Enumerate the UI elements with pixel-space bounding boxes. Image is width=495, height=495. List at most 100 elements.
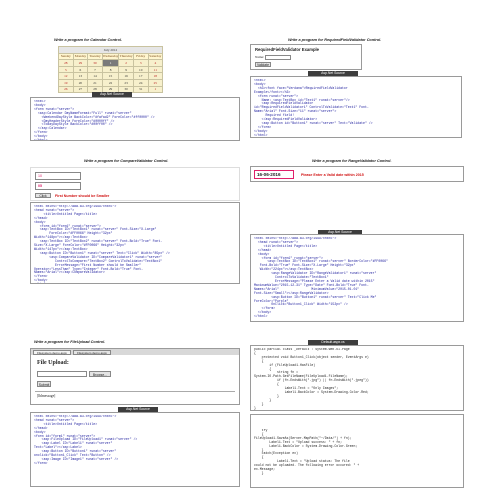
code-frame: <html xmlns="http://www.w3.org/1999/xhtm… (250, 234, 464, 322)
calendar-day[interactable]: 26 (58, 85, 74, 94)
browser-tab[interactable]: Filesystem.demo.aspx (73, 349, 111, 355)
code-frame: <html> <body> <h3><font face="Verdana">Re… (250, 76, 462, 138)
calendar-day-header: Saturday (147, 52, 164, 61)
calendar-day[interactable]: 14 (87, 72, 103, 80)
calendar-day-header: Sunday (58, 52, 74, 61)
calendar-day[interactable]: 8 (101, 65, 120, 74)
click-button[interactable]: Click (35, 193, 51, 198)
panel-compare-validator: Write a program for CompareValidator Con… (30, 156, 240, 284)
code-line: </html> (254, 314, 268, 319)
calendar-day[interactable]: 7 (87, 65, 103, 74)
code-block: <html xmlns="http://www.w3.org/1999/xhtm… (34, 415, 137, 466)
calendar-day-header: Wednesday (101, 52, 120, 61)
preview-frame: RequiredFieldValidator Example Name: Val… (250, 44, 362, 70)
calendar-day[interactable]: 1 (147, 85, 164, 94)
date-input[interactable]: 16-06-2016 (254, 170, 294, 179)
calendar-day[interactable]: 18 (147, 72, 164, 80)
preview-frame: 10 05 Click First Number should be Small… (30, 167, 240, 201)
calendar-day[interactable]: 25 (147, 78, 164, 87)
code-block: <html> <body> <h3><font face="Verdana">Re… (254, 79, 373, 137)
calendar-day[interactable]: 16 (118, 72, 134, 80)
code-block: <html> <body> <form runat="server"> <asp:C… (34, 100, 155, 141)
range-error: Please Enter a Valid date within 2015 (301, 173, 364, 177)
code-line: } (254, 405, 256, 410)
calendar-week-row: 5 6 7 8 9 10 11 (58, 65, 164, 74)
calendar-day[interactable]: 13 (72, 72, 89, 80)
compare-error: First Number should be Smaller (55, 194, 110, 198)
calendar-day-header: Monday (72, 52, 89, 61)
file-upload-heading: File Upload: (37, 360, 69, 366)
calendar-day[interactable]: 6 (72, 65, 89, 74)
panel-caption: Write a program for FileUpload Control. (34, 340, 106, 344)
panel-caption: Write a program for CompareValidator Con… (84, 159, 169, 163)
code-frame: public partial class _Default : System.W… (250, 345, 464, 411)
browser-tab-bar: Filesystem.demo.aspx Filesystem.demo.asp… (31, 349, 239, 355)
panel-caption: Write a program for RequiredFieldValidat… (288, 38, 382, 42)
calendar-day-header: Thursday (118, 52, 134, 61)
calendar-day[interactable]: 3 (132, 59, 149, 67)
preview-frame: Filesystem.demo.aspx Filesystem.demo.asp… (30, 348, 240, 405)
calendar-day[interactable]: 4 (147, 59, 164, 67)
example-heading: RequiredFieldValidator Example (255, 47, 319, 52)
panel-calendar: Write a program for Calendar Control. Ju… (30, 30, 240, 142)
code-frame: try {FileUpload1.SaveAs(Server.MapPath("… (250, 414, 464, 488)
calendar-day[interactable]: 2 (118, 59, 134, 67)
code-line: </html> (254, 132, 268, 137)
calendar-day-header: Tuesday (87, 52, 103, 61)
calendar-day[interactable]: 27 (72, 85, 89, 94)
code-line: <asp:Button id="Button1" runat="server" … (254, 120, 373, 125)
code-block: <html xmlns="http://www.w3.org/1999/xhtm… (34, 205, 170, 283)
calendar-day[interactable]: 5 (58, 65, 74, 74)
calendar-day[interactable]: 29 (72, 59, 89, 67)
code-block: public partial class _Default : System.W… (254, 348, 369, 410)
code-line: </form> (34, 460, 48, 465)
calendar-day[interactable]: 20 (72, 78, 89, 87)
calendar-day[interactable]: 12 (58, 72, 74, 80)
first-number-input[interactable]: 10 (35, 172, 81, 180)
calendar-day[interactable]: 30 (87, 59, 103, 67)
panel-required-validator: Write a program for RequiredFieldValidat… (248, 30, 470, 142)
calendar-day[interactable]: 15 (101, 72, 120, 80)
name-label: Name: (255, 55, 265, 59)
calendar-day[interactable]: 24 (132, 78, 149, 87)
calendar-day[interactable]: 23 (118, 78, 134, 87)
calendar-day[interactable]: 11 (147, 65, 164, 74)
browse-button[interactable]: Browse... (89, 371, 111, 377)
calendar-day[interactable]: 22 (101, 78, 120, 87)
calendar-day[interactable]: 10 (132, 65, 149, 74)
name-input[interactable] (265, 55, 291, 60)
calendar-week-row: 19 20 21 22 23 24 25 (58, 78, 164, 87)
code-line: protected void Button1_Click(object send… (254, 354, 369, 359)
calendar-week-row: 28 29 30 1 2 3 4 (58, 59, 164, 67)
code-frame: <html xmlns="http://www.w3.org/1999/xhtm… (30, 202, 240, 284)
calendar-day[interactable]: 17 (132, 72, 149, 80)
calendar-day[interactable]: 9 (118, 65, 134, 74)
code-block: try {FileUpload1.SaveAs(Server.MapPath("… (254, 429, 359, 476)
code-frame: <html> <body> <form runat="server"> <asp:C… (30, 97, 240, 141)
panel-code-behind: Default.aspx.cs public partial class _De… (248, 340, 470, 490)
validate-button[interactable]: Validate (255, 62, 271, 67)
file-path-input[interactable] (37, 371, 87, 377)
calendar-day-header: Friday (132, 52, 149, 61)
panel-range-validator: Write a program for RangeValidator Contr… (248, 156, 470, 322)
panel-caption: Write a program for Calendar Control. (54, 38, 123, 42)
code-line: </html> (34, 138, 48, 141)
second-number-input[interactable]: 05 (35, 182, 81, 190)
submit-button[interactable]: Submit (37, 381, 51, 387)
code-block: <html xmlns="http://www.w3.org/1999/xhtm… (254, 237, 388, 319)
panel-file-upload: Write a program for FileUpload Control. … (30, 340, 240, 490)
calendar[interactable]: July 2012 Sunday Monday Tuesday Wednesday Th… (57, 46, 164, 94)
browser-tab[interactable]: Filesystem.demo.aspx (33, 349, 71, 355)
calendar-day[interactable]: 19 (58, 78, 74, 87)
calendar-day[interactable]: 28 (58, 59, 74, 67)
divider (35, 391, 235, 392)
calendar-day[interactable]: 1 (101, 59, 120, 67)
code-frame: <html xmlns="http://www.w3.org/1999/xhtm… (30, 412, 240, 487)
message-label: [lblmessage] (37, 394, 56, 398)
calendar-week-row: 12 13 14 15 16 17 18 (58, 72, 164, 80)
code-line: } (254, 470, 264, 475)
calendar-day[interactable]: 21 (87, 78, 103, 87)
preview-frame: 16-06-2016 Please Enter a Valid date wit… (250, 166, 464, 182)
code-line: </html> (34, 282, 47, 283)
calendar-day[interactable]: 31 (132, 85, 149, 94)
